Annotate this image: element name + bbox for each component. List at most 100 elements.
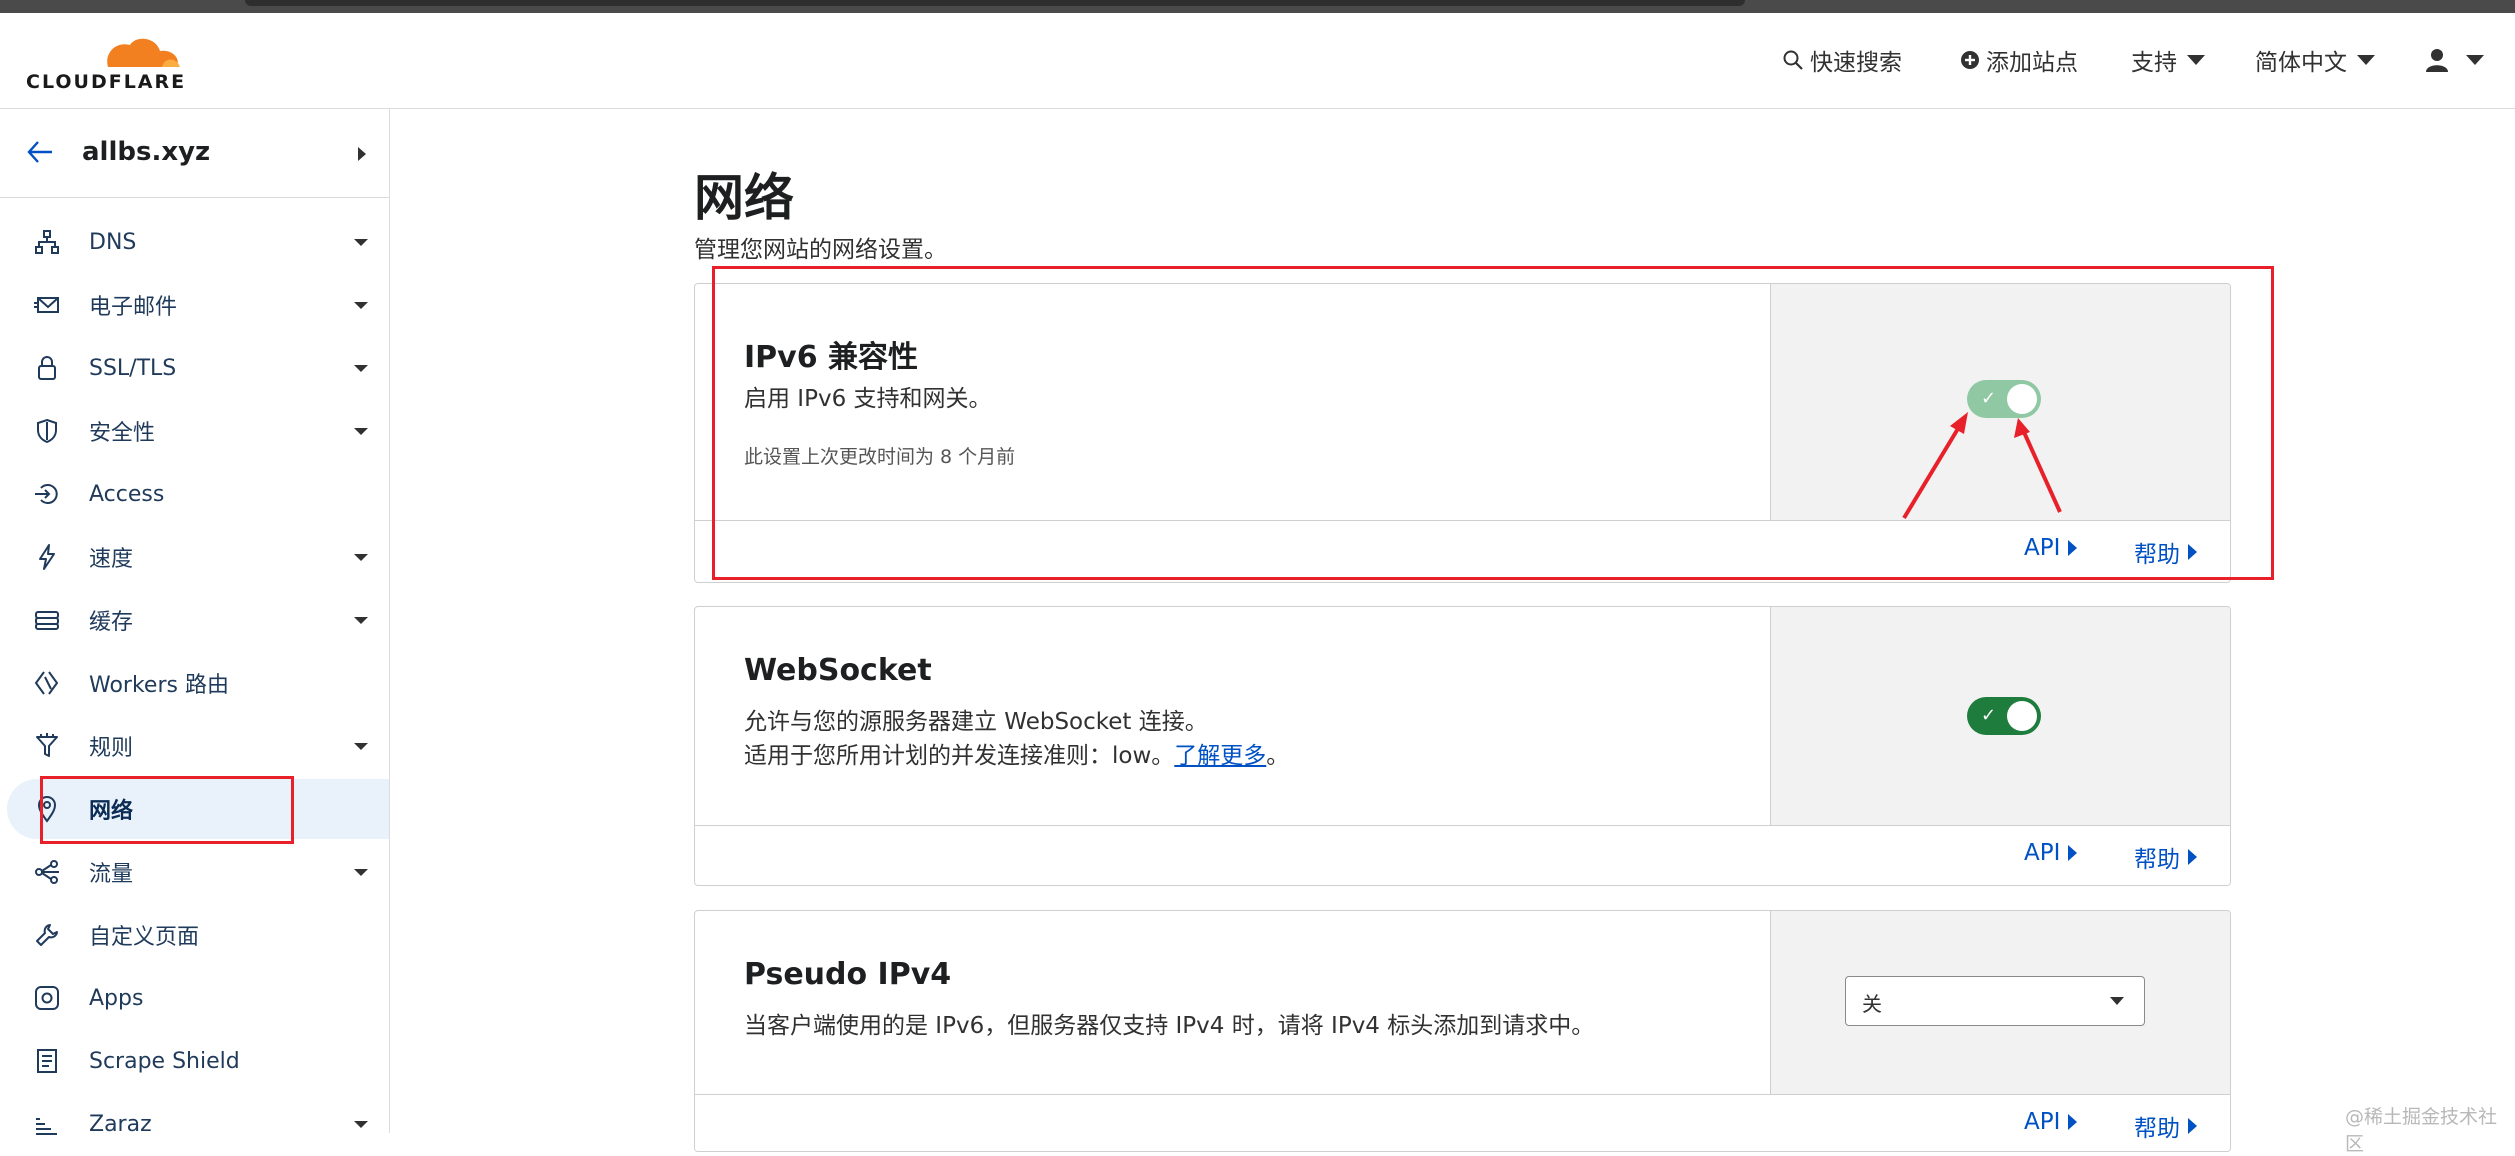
api-label: API [2024, 840, 2061, 866]
websocket-toggle[interactable]: ✓ [1967, 697, 2041, 735]
sidebar-item-workers-routes[interactable]: Workers 路由 [0, 653, 389, 713]
chevron-down-icon [354, 239, 368, 246]
pseudo-ipv4-description: 当客户端使用的是 IPv6，但服务器仅支持 IPv4 时，请将 IPv4 标头添… [744, 1013, 1595, 1039]
chevron-down-icon [354, 617, 368, 624]
sidebar-item-apps[interactable]: Apps [0, 968, 389, 1028]
sidebar-item-custom-pages[interactable]: 自定义页面 [0, 905, 389, 965]
websocket-desc-suffix: 。 [1266, 743, 1290, 769]
language-menu[interactable]: 简体中文 [2255, 43, 2375, 77]
websocket-title: WebSocket [744, 653, 932, 688]
pseudo-ipv4-title: Pseudo IPv4 [744, 957, 952, 992]
zone-selector[interactable]: allbs.xyz [0, 109, 389, 198]
sidebar-item-label: Access [89, 481, 165, 507]
websocket-api-link[interactable]: API [2024, 840, 2078, 866]
arrow-left-icon[interactable] [26, 139, 54, 165]
stack-icon [35, 611, 59, 630]
sidebar-item-traffic[interactable]: 流量 [0, 842, 389, 902]
caret-right-icon [2068, 845, 2078, 861]
websocket-desc-line1: 允许与您的源服务器建立 WebSocket 连接。 [744, 709, 1208, 735]
add-site-button[interactable]: 添加站点 [1960, 43, 2078, 77]
pseudo-ipv4-select[interactable]: 关 [1845, 976, 2145, 1026]
chevron-down-icon [2357, 55, 2375, 65]
top-header: CLOUDFLARE 快速搜索 添加站点 支持 简体中文 [0, 13, 2515, 109]
support-menu[interactable]: 支持 [2131, 43, 2205, 77]
sidebar-item-label: Workers 路由 [89, 673, 229, 698]
sidebar-item-zaraz[interactable]: Zaraz [0, 1094, 389, 1154]
page-subtitle: 管理您网站的网络设置。 [694, 237, 947, 263]
chevron-down-icon [354, 302, 368, 309]
help-label: 帮助 [2134, 1116, 2180, 1142]
sidebar-item-cache[interactable]: 缓存 [0, 590, 389, 650]
support-label: 支持 [2131, 50, 2177, 76]
cloud-icon [107, 38, 180, 67]
chevron-down-icon [354, 1121, 368, 1128]
caret-right-icon [2188, 1118, 2197, 1134]
sidebar-item-label: 自定义页面 [89, 925, 200, 950]
sidebar-item-label: 安全性 [89, 421, 156, 446]
websocket-control-panel: ✓ [1770, 607, 2230, 825]
chevron-down-icon [354, 743, 368, 750]
learn-more-link[interactable]: 了解更多 [1174, 743, 1266, 769]
sidebar-item-ssl-tls[interactable]: SSL/TLS [0, 338, 389, 398]
websocket-card-footer: API 帮助 [695, 825, 2230, 885]
sidebar-item-label: SSL/TLS [89, 355, 177, 381]
websocket-description: 允许与您的源服务器建立 WebSocket 连接。 适用于您所用计划的并发连接准… [744, 705, 1289, 773]
sidebar-item-label: 速度 [89, 547, 134, 572]
pseudo-ipv4-card: Pseudo IPv4 当客户端使用的是 IPv6，但服务器仅支持 IPv4 时… [694, 910, 2231, 1152]
sidebar-item-label: Apps [89, 985, 144, 1011]
sidebar-item-email[interactable]: 电子邮件 [0, 275, 389, 335]
user-icon [2426, 49, 2448, 72]
watermark: @稀土掘金技术社区 [2345, 1106, 2498, 1155]
funnel-icon [36, 733, 58, 757]
sidebar-item-scrape-shield[interactable]: Scrape Shield [0, 1031, 389, 1091]
pseudo-ipv4-help-link[interactable]: 帮助 [2134, 1109, 2197, 1143]
caret-right-icon [2188, 849, 2197, 865]
quick-search-button[interactable]: 快速搜索 [1782, 43, 1902, 77]
websocket-desc-line2: 适用于您所用计划的并发连接准则：low。了解更多。 [744, 739, 1289, 773]
sidebar-item-label: 规则 [89, 736, 134, 761]
add-site-label: 添加站点 [1986, 50, 2078, 76]
pseudo-ipv4-api-link[interactable]: API [2024, 1109, 2078, 1135]
sidebar-item-access[interactable]: Access [0, 464, 389, 524]
access-icon [35, 484, 58, 504]
plus-circle-icon [1961, 51, 1979, 69]
chevron-down-icon [354, 869, 368, 876]
page-title: 网络 [694, 169, 794, 227]
zone-name: allbs.xyz [82, 137, 211, 167]
share-nodes-icon [35, 860, 59, 884]
websocket-card-body: WebSocket 允许与您的源服务器建立 WebSocket 连接。 适用于您… [695, 607, 1770, 825]
search-icon [1783, 50, 1803, 70]
api-label: API [2024, 1109, 2061, 1135]
apps-icon [35, 986, 59, 1010]
help-label: 帮助 [2134, 847, 2180, 873]
sidebar-item-security[interactable]: 安全性 [0, 401, 389, 461]
language-label: 简体中文 [2255, 50, 2347, 76]
chevron-down-icon [354, 428, 368, 435]
chevron-down-icon [2187, 55, 2205, 65]
toggle-knob [2007, 701, 2037, 731]
sidebar-item-label: Scrape Shield [89, 1048, 240, 1074]
sidebar: allbs.xyz DNS 电子邮件 SSL/TLS 安全性 Access 速度… [0, 109, 390, 1137]
websocket-card: WebSocket 允许与您的源服务器建立 WebSocket 连接。 适用于您… [694, 606, 2231, 886]
check-icon: ✓ [1981, 705, 1997, 726]
chevron-down-icon [354, 554, 368, 561]
annotation-arrows [1902, 412, 2062, 520]
sidebar-item-label: 电子邮件 [89, 295, 178, 320]
annotation-box-network-nav [40, 776, 294, 844]
sitemap-icon [35, 230, 59, 254]
lightning-icon [39, 544, 55, 570]
pseudo-ipv4-card-body: Pseudo IPv4 当客户端使用的是 IPv6，但服务器仅支持 IPv4 时… [695, 911, 1770, 1094]
document-icon [37, 1049, 57, 1073]
chevron-down-icon [354, 365, 368, 372]
sidebar-item-speed[interactable]: 速度 [0, 527, 389, 587]
shield-icon [37, 418, 57, 444]
websocket-help-link[interactable]: 帮助 [2134, 840, 2197, 874]
cloudflare-logo[interactable]: CLOUDFLARE [26, 33, 186, 93]
sidebar-item-dns[interactable]: DNS [0, 212, 389, 272]
chevron-right-icon[interactable] [358, 147, 366, 161]
sidebar-item-label: 缓存 [89, 610, 134, 635]
user-menu[interactable] [2424, 43, 2484, 77]
caret-right-icon [2068, 1114, 2078, 1130]
sidebar-item-rules[interactable]: 规则 [0, 716, 389, 776]
browser-top-strip [0, 0, 2515, 13]
